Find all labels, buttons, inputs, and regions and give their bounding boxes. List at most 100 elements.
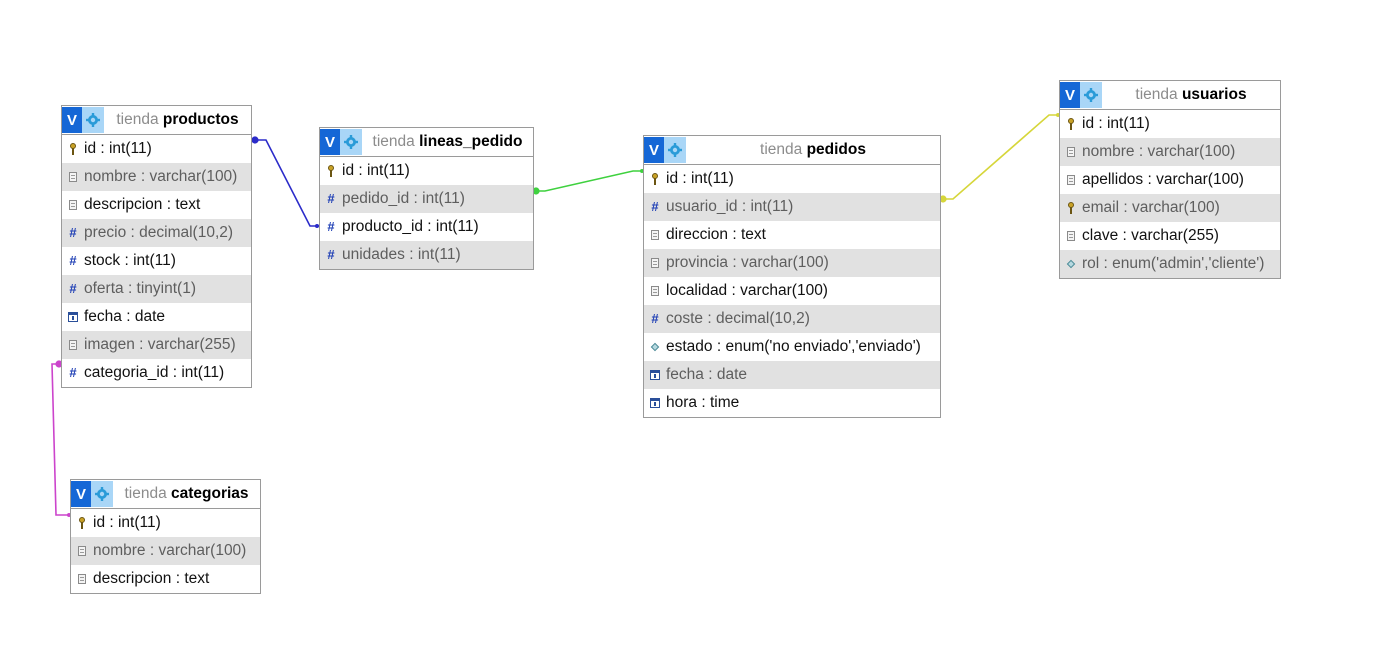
column-label: fecha : date	[666, 366, 748, 383]
gear-icon[interactable]	[82, 107, 104, 133]
column-label: usuario_id : int(11)	[666, 198, 794, 215]
table-usuarios[interactable]: V tienda usuarios id : int(11) nombre : v…	[1059, 80, 1281, 279]
gear-icon[interactable]	[664, 137, 686, 163]
column-row[interactable]: id : int(11)	[62, 135, 251, 163]
table-categorias[interactable]: V tienda categorias id : int(11) nombre :…	[70, 479, 261, 594]
column-row[interactable]: apellidos : varchar(100)	[1060, 166, 1280, 194]
column-label: producto_id : int(11)	[342, 218, 479, 235]
table-title[interactable]: tienda lineas_pedido	[362, 133, 533, 151]
column-row[interactable]: id : int(11)	[644, 165, 940, 193]
table-name: pedidos	[806, 141, 866, 158]
table-pedidos[interactable]: V tienda pedidos id : int(11) # usuario_id…	[643, 135, 941, 418]
table-lineas-pedido[interactable]: V tienda lineas_pedido id : int(11) # pedi…	[319, 127, 534, 270]
column-row[interactable]: descripcion : text	[62, 191, 251, 219]
column-label: descripcion : text	[93, 570, 210, 587]
column-row[interactable]: fecha : date	[644, 361, 940, 389]
column-label: hora : time	[666, 394, 740, 411]
toggle-v-icon[interactable]: V	[1060, 82, 1080, 108]
column-label: nombre : varchar(100)	[1082, 143, 1236, 160]
column-row[interactable]: nombre : varchar(100)	[71, 537, 260, 565]
column-row[interactable]: provincia : varchar(100)	[644, 249, 940, 277]
numeric-field-icon: #	[69, 281, 77, 296]
column-label: nombre : varchar(100)	[93, 542, 247, 559]
table-title[interactable]: tienda usuarios	[1102, 86, 1280, 104]
table-title[interactable]: tienda productos	[104, 111, 251, 129]
column-label: rol : enum('admin','cliente')	[1082, 255, 1265, 272]
column-label: email : varchar(100)	[1082, 199, 1220, 216]
primary-key-icon	[326, 165, 336, 177]
toggle-v-icon[interactable]: V	[644, 137, 664, 163]
date-field-icon	[650, 397, 660, 409]
primary-key-icon	[77, 517, 87, 529]
column-list: id : int(11) nombre : varchar(100) descrip…	[62, 135, 251, 387]
column-row[interactable]: nombre : varchar(100)	[1060, 138, 1280, 166]
gear-icon[interactable]	[91, 481, 113, 507]
column-label: coste : decimal(10,2)	[666, 310, 810, 327]
column-list: id : int(11) nombre : varchar(100) apellid…	[1060, 110, 1280, 278]
table-header[interactable]: V tienda lineas_pedido	[320, 128, 533, 157]
column-row[interactable]: # usuario_id : int(11)	[644, 193, 940, 221]
column-row[interactable]: nombre : varchar(100)	[62, 163, 251, 191]
column-label: precio : decimal(10,2)	[84, 224, 234, 241]
column-row[interactable]: descripcion : text	[71, 565, 260, 593]
column-row[interactable]: id : int(11)	[320, 157, 533, 185]
column-label: apellidos : varchar(100)	[1082, 171, 1244, 188]
relation-line-pedidos-lineas_pedido[interactable]	[532, 169, 644, 195]
column-row[interactable]: rol : enum('admin','cliente')	[1060, 250, 1280, 278]
column-row[interactable]: # unidades : int(11)	[320, 241, 533, 269]
column-row[interactable]: email : varchar(100)	[1060, 194, 1280, 222]
enum-field-icon	[1066, 258, 1076, 270]
date-field-icon	[68, 311, 78, 323]
column-label: provincia : varchar(100)	[666, 254, 829, 271]
table-header[interactable]: V tienda usuarios	[1060, 81, 1280, 110]
column-label: pedido_id : int(11)	[342, 190, 465, 207]
column-label: localidad : varchar(100)	[666, 282, 828, 299]
table-productos[interactable]: V tienda productos id : int(11) nombre : …	[61, 105, 252, 388]
column-row[interactable]: # categoria_id : int(11)	[62, 359, 251, 387]
text-field-icon	[77, 545, 87, 557]
text-field-icon	[1066, 230, 1076, 242]
text-field-icon	[68, 199, 78, 211]
column-row[interactable]: hora : time	[644, 389, 940, 417]
table-header[interactable]: V tienda categorias	[71, 480, 260, 509]
column-row[interactable]: clave : varchar(255)	[1060, 222, 1280, 250]
column-label: oferta : tinyint(1)	[84, 280, 196, 297]
numeric-field-icon: #	[327, 191, 335, 206]
database-name: tienda	[760, 141, 803, 158]
relation-line-productos-lineas_pedido[interactable]	[251, 136, 319, 228]
column-label: unidades : int(11)	[342, 246, 461, 263]
column-row[interactable]: direccion : text	[644, 221, 940, 249]
column-row[interactable]: id : int(11)	[71, 509, 260, 537]
column-row[interactable]: # stock : int(11)	[62, 247, 251, 275]
column-label: nombre : varchar(100)	[84, 168, 238, 185]
table-name: categorias	[171, 485, 249, 502]
database-name: tienda	[372, 133, 415, 150]
relation-line-usuarios-pedidos[interactable]	[939, 113, 1060, 203]
numeric-field-icon: #	[69, 365, 77, 380]
numeric-field-icon: #	[69, 225, 77, 240]
numeric-field-icon: #	[651, 311, 659, 326]
relation-endpoint	[251, 136, 259, 144]
column-row[interactable]: localidad : varchar(100)	[644, 277, 940, 305]
column-row[interactable]: # oferta : tinyint(1)	[62, 275, 251, 303]
table-header[interactable]: V tienda pedidos	[644, 136, 940, 165]
toggle-v-icon[interactable]: V	[71, 481, 91, 507]
text-field-icon	[77, 573, 87, 585]
toggle-v-icon[interactable]: V	[320, 129, 340, 155]
column-row[interactable]: # pedido_id : int(11)	[320, 185, 533, 213]
column-row[interactable]: # precio : decimal(10,2)	[62, 219, 251, 247]
column-row[interactable]: estado : enum('no enviado','enviado')	[644, 333, 940, 361]
gear-icon[interactable]	[1080, 82, 1102, 108]
text-field-icon	[1066, 174, 1076, 186]
table-title[interactable]: tienda pedidos	[686, 141, 940, 159]
table-title[interactable]: tienda categorias	[113, 485, 260, 503]
column-row[interactable]: id : int(11)	[1060, 110, 1280, 138]
column-row[interactable]: # coste : decimal(10,2)	[644, 305, 940, 333]
numeric-field-icon: #	[651, 199, 659, 214]
table-header[interactable]: V tienda productos	[62, 106, 251, 135]
gear-icon[interactable]	[340, 129, 362, 155]
toggle-v-icon[interactable]: V	[62, 107, 82, 133]
column-row[interactable]: fecha : date	[62, 303, 251, 331]
column-row[interactable]: imagen : varchar(255)	[62, 331, 251, 359]
column-row[interactable]: # producto_id : int(11)	[320, 213, 533, 241]
